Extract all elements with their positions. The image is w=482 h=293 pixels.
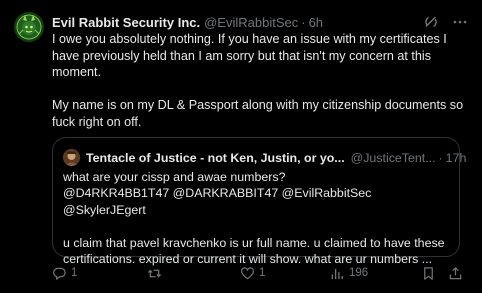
tweet-header: Evil Rabbit Security Inc. @EvilRabbitSec… <box>52 13 432 31</box>
quoted-tweet-text: what are your cissp and awae numbers? @D… <box>63 170 445 267</box>
quoted-avatar-image-icon <box>63 149 80 166</box>
author-avatar-logo-icon <box>14 12 44 42</box>
quoted-header-separator: · <box>438 151 443 165</box>
quoted-tweet[interactable]: Tentacle of Justice - not Ken, Justin, o… <box>52 137 466 266</box>
views-count: 196 <box>349 267 369 279</box>
bookmark-button[interactable] <box>421 263 436 283</box>
quoted-author-handle[interactable]: @JusticeTent... <box>351 151 436 165</box>
author-avatar[interactable] <box>14 12 44 42</box>
author-handle[interactable]: @EvilRabbitSec <box>204 15 298 30</box>
repost-button[interactable] <box>147 263 166 283</box>
header-separator: · <box>301 14 306 30</box>
views-icon <box>331 268 343 279</box>
share-icon <box>449 266 462 279</box>
repost-icon <box>147 269 162 277</box>
reply-button[interactable]: 1 <box>52 263 77 283</box>
grok-icon[interactable] <box>423 14 439 30</box>
quoted-tweet-timestamp[interactable]: 17h <box>446 151 467 165</box>
like-count: 1 <box>259 267 266 279</box>
share-button[interactable] <box>448 263 463 283</box>
reply-icon <box>53 267 66 280</box>
quoted-author-avatar[interactable] <box>63 149 80 166</box>
quoted-tweet-header: Tentacle of Justice - not Ken, Justin, o… <box>86 149 466 167</box>
views-button[interactable]: 196 <box>330 263 368 283</box>
tweet-card[interactable]: Evil Rabbit Security Inc. @EvilRabbitSec… <box>0 0 482 293</box>
bookmark-icon <box>424 266 433 280</box>
like-button[interactable]: 1 <box>240 263 265 283</box>
reply-count: 1 <box>71 267 78 279</box>
tweet-timestamp[interactable]: 6h <box>309 15 323 30</box>
tweet-text: I owe you absolutely nothing. If you hav… <box>52 32 464 129</box>
author-display-name[interactable]: Evil Rabbit Security Inc. <box>52 15 200 30</box>
action-bar: 1 1 196 <box>52 263 472 283</box>
more-icon[interactable] <box>452 14 468 30</box>
quoted-author-display-name[interactable]: Tentacle of Justice - not Ken, Justin, o… <box>86 151 345 165</box>
like-icon <box>241 266 254 279</box>
